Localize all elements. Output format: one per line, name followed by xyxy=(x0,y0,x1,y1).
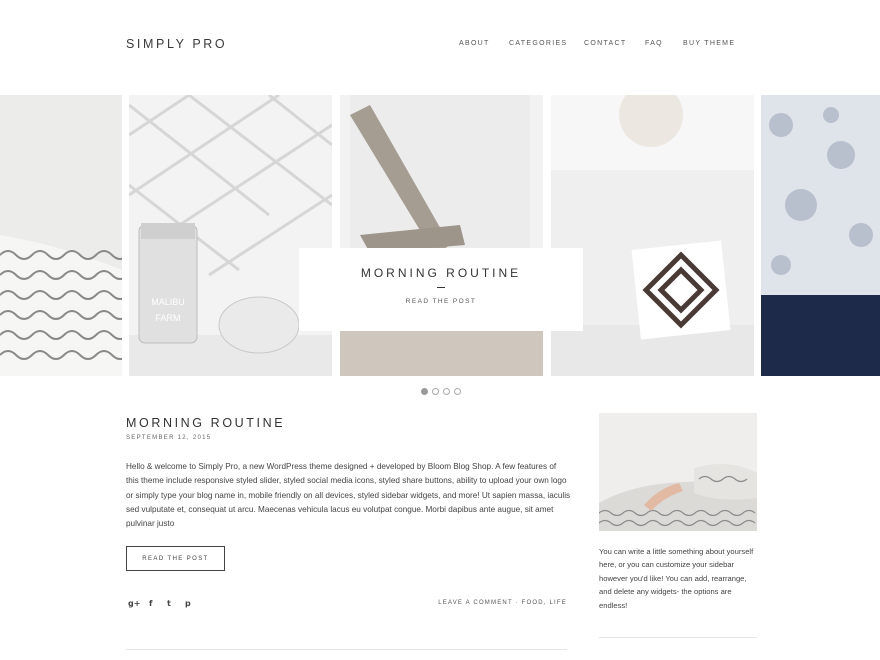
svg-text:MALIBU: MALIBU xyxy=(151,297,185,307)
facebook-icon[interactable]: f xyxy=(149,599,152,608)
slide-caption: MORNING ROUTINE READ THE POST xyxy=(299,248,583,331)
slider-dot-3[interactable] xyxy=(443,388,450,395)
site-title[interactable]: SIMPLY PRO xyxy=(126,37,227,51)
nav-faq[interactable]: FAQ xyxy=(645,40,663,47)
sidebar-about-text: You can write a little something about y… xyxy=(599,547,754,610)
slider-dot-4[interactable] xyxy=(454,388,461,395)
nav-categories[interactable]: CATEGORIES xyxy=(509,40,567,47)
post-meta: LEAVE A COMMENT · FOOD, LIFE xyxy=(438,600,567,606)
pinterest-icon[interactable]: p xyxy=(185,599,191,608)
category-link-food[interactable]: FOOD xyxy=(522,600,544,606)
nav-contact[interactable]: CONTACT xyxy=(584,40,626,47)
slider-dot-2[interactable] xyxy=(432,388,439,395)
meta-separator: · xyxy=(512,600,522,606)
category-link-life[interactable]: LIFE xyxy=(550,600,567,606)
nav-about[interactable]: ABOUT xyxy=(459,40,490,47)
post-date: SEPTEMBER 12, 2015 xyxy=(126,435,212,441)
google-plus-icon[interactable]: g+ xyxy=(128,599,140,608)
slide-image-jar[interactable]: MALIBU FARM xyxy=(129,95,332,376)
post-divider xyxy=(126,649,567,650)
slide-read-post-link[interactable]: READ THE POST xyxy=(406,298,476,305)
image-slider[interactable]: MALIBU FARM xyxy=(0,95,880,376)
nav-buy-theme[interactable]: BUY THEME xyxy=(683,40,735,47)
slide-image-driftwood[interactable] xyxy=(340,95,543,376)
slide-image-pillow[interactable] xyxy=(0,95,122,376)
svg-text:FARM: FARM xyxy=(155,313,180,323)
post-excerpt: Hello & welcome to Simply Pro, a new Wor… xyxy=(126,462,571,529)
slide-caption-title[interactable]: MORNING ROUTINE xyxy=(299,266,583,280)
twitter-icon[interactable]: t xyxy=(167,599,171,608)
slide-image-cushions[interactable] xyxy=(551,95,754,376)
sidebar-about-image xyxy=(599,413,757,531)
read-the-post-button[interactable]: READ THE POST xyxy=(126,546,225,571)
post-title[interactable]: MORNING ROUTINE xyxy=(126,416,285,430)
slide-image-wallpaper[interactable] xyxy=(761,95,880,376)
leave-comment-link[interactable]: LEAVE A COMMENT xyxy=(438,600,512,606)
slider-dot-1[interactable] xyxy=(421,388,428,395)
caption-divider xyxy=(437,287,445,288)
sidebar-divider xyxy=(599,637,757,638)
